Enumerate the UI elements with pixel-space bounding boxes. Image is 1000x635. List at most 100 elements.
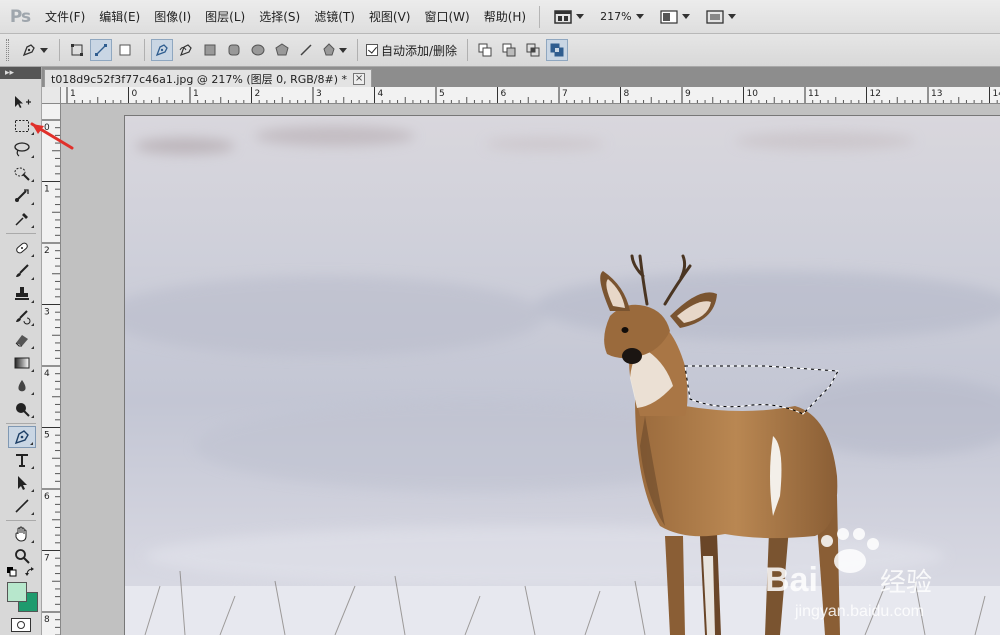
quick-selection-tool[interactable] xyxy=(8,162,36,184)
paths-icon xyxy=(95,44,107,56)
chevron-down-icon xyxy=(576,14,585,19)
eyedropper-tool[interactable] xyxy=(8,208,36,230)
zoom-tool[interactable] xyxy=(8,545,36,567)
menu-item-4[interactable]: 选择(S) xyxy=(252,0,307,34)
zoom-select[interactable]: 217% xyxy=(592,0,651,34)
menu-item-3[interactable]: 图层(L) xyxy=(198,0,252,34)
quick-mask-icon xyxy=(17,621,25,629)
auto-add-delete-checkbox[interactable] xyxy=(366,44,378,56)
quick-mask-button[interactable] xyxy=(11,618,31,632)
custom-shape-icon xyxy=(323,43,335,56)
path-combine-button[interactable] xyxy=(474,39,496,61)
quick-selection-icon xyxy=(14,167,30,181)
type-tool[interactable] xyxy=(8,449,36,471)
foreground-color-swatch[interactable] xyxy=(7,582,27,602)
crop-tool[interactable] xyxy=(8,185,36,207)
lasso-icon xyxy=(14,142,30,157)
type-icon xyxy=(16,454,28,467)
rounded-rectangle-button[interactable] xyxy=(223,39,245,61)
tool-preset-picker[interactable] xyxy=(17,39,51,61)
tool-flyout-indicator xyxy=(30,442,33,445)
custom-shape-button[interactable] xyxy=(319,39,349,61)
chevron-down-icon xyxy=(635,14,644,19)
dodge-tool[interactable] xyxy=(8,398,36,420)
menu-item-7[interactable]: 窗口(W) xyxy=(417,0,476,34)
clone-stamp-tool[interactable] xyxy=(8,283,36,305)
ruler-label: 5 xyxy=(439,89,445,99)
menu-item-2[interactable]: 图像(I) xyxy=(147,0,198,34)
ruler-label: 4 xyxy=(378,89,384,99)
document-canvas[interactable]: Bai 经验 jingyan.baidu.com xyxy=(125,116,1000,635)
grip-handle[interactable] xyxy=(6,39,9,61)
menu-item-5[interactable]: 滤镜(T) xyxy=(307,0,362,34)
menu-item-0[interactable]: 文件(F) xyxy=(38,0,92,34)
line-shape-button[interactable] xyxy=(295,39,317,61)
ruler-label: 3 xyxy=(316,89,322,99)
lasso-tool[interactable] xyxy=(8,138,36,160)
rectangle-icon xyxy=(204,44,216,56)
close-icon[interactable]: × xyxy=(353,72,366,85)
fill-pixels-button[interactable] xyxy=(114,39,136,61)
rounded-rectangle-icon xyxy=(228,44,240,56)
eraser-tool[interactable] xyxy=(8,329,36,351)
pasteboard[interactable]: Bai 经验 jingyan.baidu.com xyxy=(61,104,1000,635)
paths-mode-button[interactable] xyxy=(90,39,112,61)
tools-separator xyxy=(6,233,36,234)
default-colors-icon[interactable] xyxy=(7,567,17,577)
healing-brush-tool[interactable] xyxy=(8,237,36,259)
swap-colors-icon[interactable] xyxy=(25,567,35,577)
path-intersect-button[interactable] xyxy=(522,39,544,61)
exclude-icon xyxy=(550,43,564,57)
options-separator xyxy=(357,39,358,61)
freeform-pen-button[interactable] xyxy=(175,39,197,61)
rectangular-marquee-icon xyxy=(15,120,29,132)
shape-layers-button[interactable] xyxy=(66,39,88,61)
screen-mode-toggle[interactable] xyxy=(698,0,744,34)
ruler-label: 1 xyxy=(44,185,50,195)
vertical-ruler[interactable]: 0 1 2 3 4 5 6 7 8 xyxy=(42,104,61,635)
path-exclude-button[interactable] xyxy=(546,39,569,61)
options-separator xyxy=(467,39,469,61)
line-icon xyxy=(15,499,29,513)
pen-icon xyxy=(14,430,29,445)
document-tab[interactable]: t018d9c52f3f77c46a1.jpg @ 217% (图层 0, RG… xyxy=(44,69,373,87)
photoshop-logo: Ps xyxy=(9,6,31,27)
gradient-tool[interactable] xyxy=(8,352,36,374)
ruler-origin[interactable] xyxy=(42,87,61,104)
line-tool[interactable] xyxy=(8,495,36,517)
ellipse-shape-button[interactable] xyxy=(247,39,269,61)
ruler-label: 11 xyxy=(808,89,819,99)
auto-add-delete-option[interactable]: 自动添加/删除 xyxy=(366,42,457,59)
color-swatch-controls xyxy=(7,567,35,577)
path-selection-tool[interactable] xyxy=(8,472,36,494)
pen-tool[interactable] xyxy=(8,426,36,448)
tool-flyout-indicator xyxy=(31,179,34,182)
history-brush-tool[interactable] xyxy=(8,306,36,328)
hand-tool[interactable] xyxy=(8,523,36,545)
polygon-shape-button[interactable] xyxy=(271,39,293,61)
menu-item-8[interactable]: 帮助(H) xyxy=(477,0,533,34)
document-title: t018d9c52f3f77c46a1.jpg @ 217% (图层 0, RG… xyxy=(51,72,348,86)
bandage-icon xyxy=(16,242,28,254)
path-subtract-button[interactable] xyxy=(498,39,520,61)
combine-icon xyxy=(478,43,492,57)
rectangle-shape-button[interactable] xyxy=(199,39,221,61)
arrange-documents-button[interactable] xyxy=(652,0,698,34)
marquee-tool[interactable] xyxy=(8,115,36,137)
tool-flyout-indicator xyxy=(31,540,34,543)
move-tool[interactable] xyxy=(8,91,36,113)
tool-flyout-indicator xyxy=(31,254,34,257)
blur-tool[interactable] xyxy=(8,375,36,397)
pen-mode-button[interactable] xyxy=(151,39,173,61)
tools-separator xyxy=(6,520,36,521)
horizontal-ruler[interactable]: 101234567891011121314 xyxy=(61,87,1000,104)
brush-icon xyxy=(16,264,29,277)
brush-tool[interactable] xyxy=(8,260,36,282)
eraser-icon xyxy=(15,335,28,347)
screen-mode-button[interactable] xyxy=(546,0,592,34)
tools-panel-header[interactable]: ▸▸ xyxy=(0,67,41,79)
ruler-label: 14 xyxy=(993,89,1000,99)
menu-item-1[interactable]: 编辑(E) xyxy=(92,0,147,34)
menu-item-6[interactable]: 视图(V) xyxy=(362,0,418,34)
ruler-label: 0 xyxy=(132,89,138,99)
